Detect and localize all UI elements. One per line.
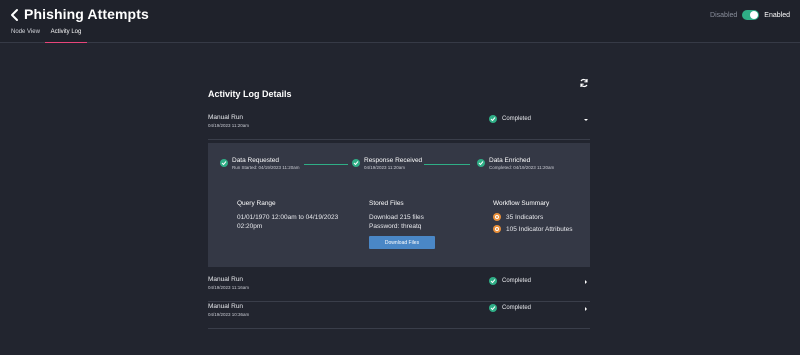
toggle-enabled-label: Enabled [764, 11, 790, 19]
check-circle-icon [489, 277, 497, 285]
download-files-button[interactable]: Download Files [369, 236, 435, 249]
step-connector [304, 164, 348, 165]
chevron-right-icon[interactable] [583, 306, 589, 312]
section-title: Query Range [237, 200, 276, 207]
chevron-right-icon[interactable] [583, 279, 589, 285]
indicator-icon [493, 213, 501, 221]
run-status: Completed [489, 115, 531, 123]
tab-node-view[interactable]: Node View [8, 28, 43, 43]
summary-label: 35 Indicators [506, 213, 544, 221]
step-title: Data Requested [232, 157, 279, 164]
section-title: Workflow Summary [493, 200, 550, 207]
status-text: Completed [502, 305, 532, 311]
run-details: Data Requested Run Started: 04/19/2023 1… [208, 143, 590, 267]
page-title: Phishing Attempts [24, 6, 149, 22]
check-circle-icon [477, 159, 485, 167]
run-row[interactable]: Manual Run 04/19/2023 11:20am Completed [208, 114, 590, 140]
toggle-knob [750, 11, 759, 19]
run-date: 04/19/2023 11:20am [208, 123, 249, 128]
step-subtitle: Completed: 04/19/2023 11:20am [489, 165, 555, 170]
toggle-disabled-label: Disabled [710, 11, 738, 19]
run-date: 04/19/2023 11:16am [208, 285, 249, 290]
query-range-section: Query Range 01/01/1970 12:00am to 04/19/… [237, 200, 338, 231]
check-circle-icon [489, 115, 497, 123]
step-data-requested: Data Requested Run Started: 04/19/2023 1… [220, 157, 299, 170]
indicator-attribute-icon [493, 225, 501, 233]
file-password: Password: threatq [369, 223, 422, 230]
top-bar: Phishing Attempts Disabled Enabled Node … [0, 0, 800, 43]
refresh-icon[interactable] [579, 78, 589, 88]
run-status: Completed [489, 304, 531, 312]
run-row[interactable]: Manual Run 04/19/2023 11:16am Completed [208, 276, 590, 302]
chevron-left-icon[interactable] [8, 7, 22, 23]
summary-label: 105 Indicator Attributes [506, 225, 573, 233]
summary-item: 105 Indicator Attributes [493, 225, 573, 233]
file-count: Download 215 files [369, 214, 424, 221]
step-title: Response Received [364, 157, 423, 164]
stored-files-section: Stored Files Download 215 files Password… [369, 200, 424, 231]
step-subtitle: 04/19/2023 11:20am [364, 165, 405, 170]
tab-activity-log[interactable]: Activity Log [45, 28, 87, 43]
step-title: Data Enriched [489, 157, 531, 164]
step-subtitle: Run Started: 04/19/2023 11:20am [232, 165, 300, 170]
status-text: Completed [502, 116, 532, 122]
status-text: Completed [502, 278, 532, 284]
query-range-line1: 01/01/1970 12:00am to 04/19/2023 [237, 214, 339, 221]
chevron-down-icon[interactable] [583, 117, 589, 123]
summary-item: 35 Indicators [493, 213, 573, 221]
check-circle-icon [489, 304, 497, 312]
run-name: Manual Run [208, 276, 244, 283]
query-range-line2: 02:20pm [237, 223, 263, 230]
enable-toggle[interactable] [742, 10, 760, 20]
step-connector [424, 164, 470, 165]
step-data-enriched: Data Enriched Completed: 04/19/2023 11:2… [477, 157, 554, 170]
run-status: Completed [489, 277, 531, 285]
section-title: Stored Files [369, 200, 404, 207]
workflow-summary-section: Workflow Summary 35 Indicators 105 Indic… [493, 200, 573, 237]
enable-toggle-group: Disabled Enabled [710, 9, 790, 21]
run-name: Manual Run [208, 303, 244, 310]
panel-title: Activity Log Details [208, 89, 292, 99]
check-circle-icon [220, 159, 228, 167]
run-name: Manual Run [208, 114, 244, 121]
check-circle-icon [352, 159, 360, 167]
run-date: 04/19/2023 10:36am [208, 312, 250, 317]
step-response-received: Response Received 04/19/2023 11:20am [352, 157, 422, 170]
run-row[interactable]: Manual Run 04/19/2023 10:36am Completed [208, 303, 590, 329]
